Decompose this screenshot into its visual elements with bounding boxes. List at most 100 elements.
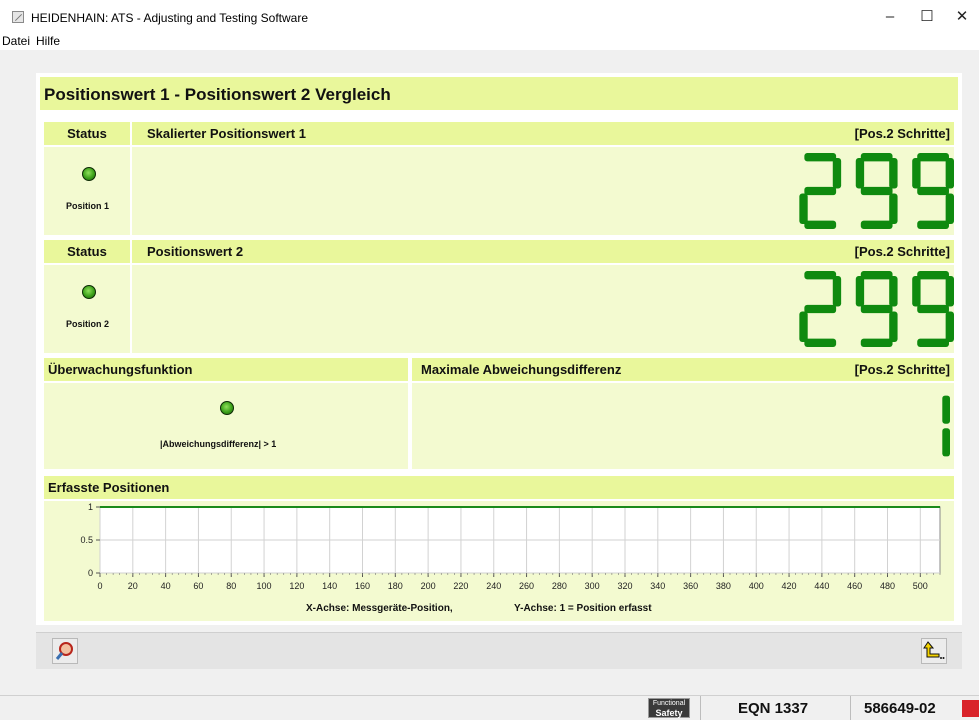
digit-segment: [832, 158, 842, 189]
x-tick-label: 340: [650, 581, 665, 591]
digit-segment: [804, 153, 837, 162]
device-id: 586649-02: [864, 700, 936, 717]
comparison-panel: Positionswert 1 - Positionswert 2 Vergle…: [36, 73, 962, 625]
x-tick-label: 20: [128, 581, 138, 591]
status-cell-1: Position 1: [44, 147, 130, 235]
digit-segment: [804, 304, 837, 314]
digit-segment: [912, 276, 921, 307]
menu-datei[interactable]: Datei: [2, 34, 30, 48]
x-tick-label: 320: [617, 581, 632, 591]
digit-segment: [945, 158, 954, 189]
digit-segment: [860, 220, 893, 229]
digit-segment: [860, 153, 893, 162]
digit-segment: [917, 271, 949, 280]
status-separator: [850, 696, 851, 720]
digit-segment: [917, 153, 949, 162]
position-1-label: Position 1: [66, 201, 110, 211]
y-tick-label: 1: [88, 502, 93, 512]
x-tick-label: 40: [161, 581, 171, 591]
close-button[interactable]: ✕: [945, 4, 979, 30]
x-tick-label: 300: [585, 581, 600, 591]
zoom-button[interactable]: [52, 638, 78, 664]
window-title: HEIDENHAIN: ATS - Adjusting and Testing …: [31, 11, 309, 25]
x-tick-label: 360: [683, 581, 698, 591]
digit-segment: [889, 276, 898, 307]
menu-bar: Datei Hilfe: [0, 34, 979, 50]
digit-segment: [889, 158, 898, 189]
position-value-2-digits: [799, 271, 954, 347]
captured-positions-area: 0 20 40 60 80 100 120 140 160 180 200 220 240 260 280 3…: [44, 501, 954, 621]
digit-segment: [860, 271, 893, 280]
deviation-condition-label: |Abweichungsdifferenz| > 1: [160, 439, 277, 449]
digit-segment: [832, 276, 842, 307]
position-2-label: Position 2: [66, 319, 110, 329]
digit-segment: [860, 304, 893, 314]
digit-segment: [889, 193, 898, 224]
digit-segment: [942, 395, 950, 424]
digit-segment: [804, 220, 837, 229]
return-button[interactable]: [921, 638, 947, 664]
position-value-2-display: [132, 265, 954, 353]
title-bar: HEIDENHAIN: ATS - Adjusting and Testing …: [0, 0, 979, 34]
unit-label-3: [Pos.2 Schritte]: [854, 362, 950, 377]
device-label: EQN 1337: [738, 700, 809, 717]
digit-segment: [799, 311, 808, 342]
x-tick-label: 240: [486, 581, 501, 591]
position-value-1-title: Skalierter Positionswert 1: [147, 126, 306, 141]
zoom-icon: [55, 642, 73, 660]
y-tick-label: 0: [88, 568, 93, 578]
digit-segment: [945, 276, 954, 307]
position-2-led: [82, 285, 96, 299]
digit-segment: [945, 193, 954, 224]
position-1-led: [82, 167, 96, 181]
x-tick-label: 440: [814, 581, 829, 591]
x-tick-label: 400: [749, 581, 764, 591]
x-tick-label: 160: [355, 581, 370, 591]
unit-label-2: [Pos.2 Schritte]: [854, 244, 950, 259]
x-axis-label: X-Achse: Messgeräte-Position,: [306, 603, 453, 614]
status-header-2: Status: [44, 240, 130, 263]
position-value-1-header: Skalierter Positionswert 1 [Pos.2 Schrit…: [132, 122, 954, 145]
x-tick-label: 500: [913, 581, 928, 591]
x-tick-label: 200: [421, 581, 436, 591]
digit-segment: [917, 186, 949, 196]
unit-label-1: [Pos.2 Schritte]: [854, 126, 950, 141]
x-tick-label: 480: [880, 581, 895, 591]
digit-segment: [804, 338, 837, 347]
x-tick-label: 120: [289, 581, 304, 591]
status-bar: Functional Safety EQN 1337 586649-02: [0, 695, 979, 720]
x-tick-label: 460: [847, 581, 862, 591]
digit-segment: [917, 304, 949, 314]
digit-segment: [942, 428, 950, 457]
digit-segment: [804, 186, 837, 196]
page-title: Positionswert 1 - Positionswert 2 Vergle…: [40, 77, 958, 110]
x-tick-label: 380: [716, 581, 731, 591]
menu-hilfe[interactable]: Hilfe: [36, 34, 60, 48]
digit-segment: [799, 193, 808, 224]
bottom-toolbar: [36, 632, 962, 669]
digit-segment: [917, 220, 949, 229]
status-header-1: Status: [44, 122, 130, 145]
minimize-button[interactable]: –: [873, 4, 907, 30]
x-tick-label: 220: [453, 581, 468, 591]
monitoring-function-cell: |Abweichungsdifferenz| > 1: [44, 383, 408, 469]
x-tick-label: 100: [257, 581, 272, 591]
digit-segment: [804, 271, 837, 280]
deviation-led: [220, 401, 234, 415]
position-value-1-display: [132, 147, 954, 235]
maximize-button[interactable]: ☐: [910, 4, 944, 30]
digit-segment: [860, 338, 893, 347]
position-value-1-digits: [799, 153, 954, 229]
heidenhain-logo-icon: [962, 700, 979, 717]
digit-segment: [945, 311, 954, 342]
x-tick-label: 0: [97, 581, 102, 591]
max-deviation-title: Maximale Abweichungsdifferenz: [421, 362, 622, 377]
position-value-2-title: Positionswert 2: [147, 244, 244, 259]
status-cell-2: Position 2: [44, 265, 130, 353]
x-tick-label: 420: [782, 581, 797, 591]
x-tick-label: 80: [226, 581, 236, 591]
captured-positions-chart: 0 20 40 60 80 100 120 140 160 180 200 220 240 260 280 3…: [80, 502, 941, 614]
digit-segment: [855, 158, 865, 189]
x-tick-label: 260: [519, 581, 534, 591]
x-tick-label: 280: [552, 581, 567, 591]
